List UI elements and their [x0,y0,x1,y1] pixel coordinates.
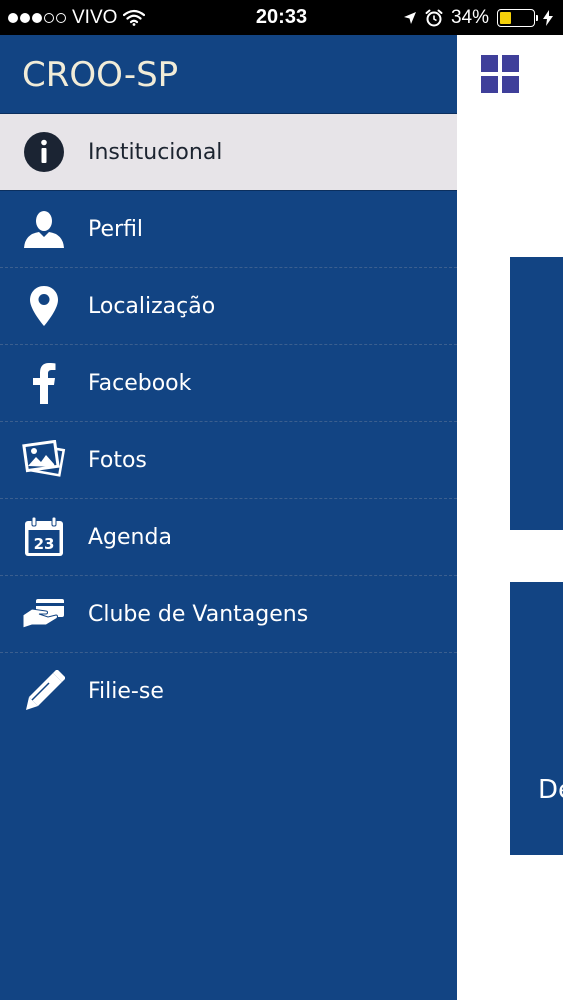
alarm-icon [425,9,443,26]
card-hand-icon [22,594,66,634]
drawer-header: CROO-SP [0,35,457,114]
menu-item-label: Fotos [88,447,147,473]
calendar-icon: 23 [22,516,66,557]
menu-item-perfil[interactable]: Perfil [0,191,457,268]
battery-icon [497,8,538,27]
menu-item-fotos[interactable]: Fotos [0,422,457,499]
location-pin-icon [22,286,66,326]
facebook-icon [22,363,66,404]
status-bar: VIVO 20:33 34% [0,0,563,35]
charging-bolt-icon [543,9,553,26]
menu-item-localizacao[interactable]: Localização [0,268,457,345]
menu-item-agenda[interactable]: 23 Agenda [0,499,457,576]
content-tile[interactable]: De [510,582,563,855]
menu-item-label: Institucional [88,139,223,165]
menu-item-label: Clube de Vantagens [88,601,309,627]
menu-item-label: Perfil [88,216,144,242]
status-right: 34% [403,0,553,35]
menu-item-label: Filie-se [88,678,164,704]
app-title: CROO-SP [22,55,179,95]
main-content: De [457,35,563,1000]
content-tile[interactable] [510,257,563,530]
user-icon [22,209,66,249]
location-arrow-icon [403,11,416,24]
menu-item-label: Agenda [88,524,172,550]
photos-icon [22,440,66,480]
battery-percent: 34% [450,6,489,28]
calendar-day-number: 23 [34,535,55,553]
menu-item-institucional[interactable]: Institucional [0,114,457,191]
navigation-drawer: CROO-SP Institucional Perfil Localização… [0,35,457,1000]
grid-menu-icon[interactable] [481,55,519,93]
menu-item-filie-se[interactable]: Filie-se [0,653,457,729]
drawer-menu: Institucional Perfil Localização Faceboo… [0,114,457,729]
menu-item-label: Facebook [88,370,192,396]
menu-item-facebook[interactable]: Facebook [0,345,457,422]
menu-item-clube-de-vantagens[interactable]: Clube de Vantagens [0,576,457,653]
pen-icon [22,670,66,711]
info-icon [22,132,66,172]
tile-label: De [538,775,563,805]
menu-item-label: Localização [88,293,216,319]
